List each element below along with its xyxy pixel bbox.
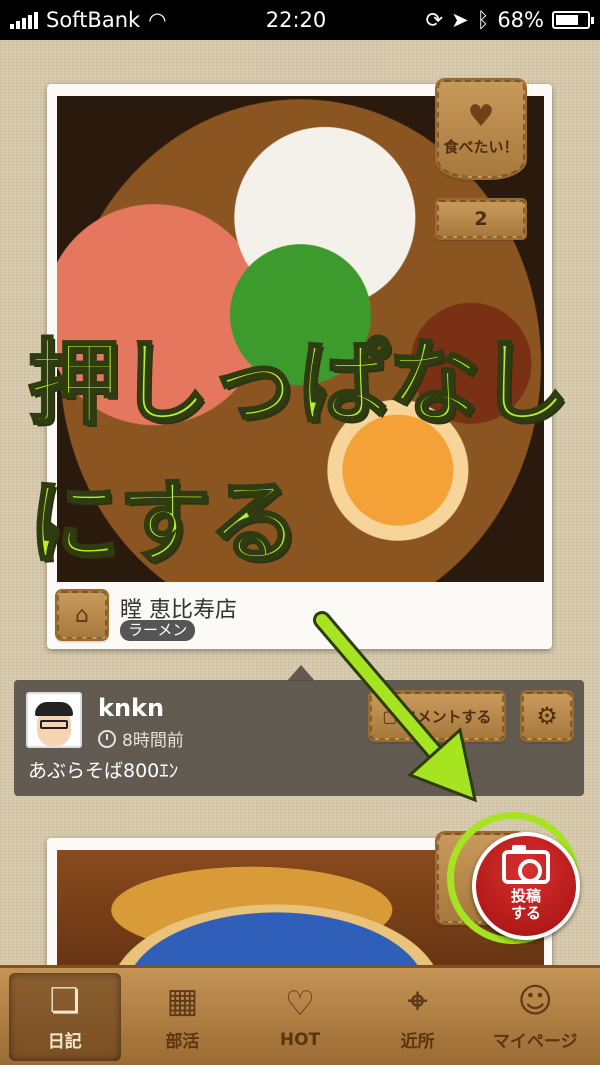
wifi-icon: ◠ — [148, 8, 167, 32]
avatar[interactable] — [26, 692, 82, 748]
hearts-icon: ♡ — [284, 983, 316, 1024]
tab-mypage-label: マイページ — [492, 1032, 578, 1052]
clock-time: 22:20 — [265, 8, 327, 32]
post-comment-text: あぶらそば800ｴﾝ — [28, 760, 179, 782]
want-to-eat-button[interactable]: ♥ 食べたい！ — [437, 80, 525, 178]
tab-hot[interactable]: ♡ HOT — [244, 973, 356, 1061]
gear-icon: ⚙ — [536, 702, 558, 730]
tab-nearby-label: 近所 — [400, 1032, 435, 1052]
tab-hot-label: HOT — [279, 1029, 321, 1050]
signal-icon — [10, 11, 38, 29]
tab-nearby[interactable]: ⌖ 近所 — [362, 973, 474, 1061]
tab-diary-label: 日記 — [47, 1032, 82, 1052]
post-button-line1: 投稿 — [510, 886, 541, 905]
map-pin-icon: ⌖ — [408, 981, 428, 1021]
face-icon: ☺ — [517, 981, 553, 1021]
annotation-arrow — [313, 611, 478, 803]
post-button-line2: する — [510, 904, 541, 922]
diary-book-icon: ❏ — [49, 981, 81, 1021]
tab-club[interactable]: ▦ 部活 — [126, 973, 238, 1061]
bluetooth-icon: ᛒ — [476, 8, 490, 32]
buildings-icon: ▦ — [166, 981, 199, 1021]
annotation-text-line1: 押しっぱなし — [27, 330, 572, 437]
tab-bar: ❏ 日記 ▦ 部活 ♡ HOT ⌖ 近所 ☺ マイページ — [0, 965, 600, 1065]
comment-panel: knkn 8時間前 あぶらそば800ｴﾝ ▢ コメントする ⚙ — [14, 680, 584, 796]
tab-club-label: 部活 — [165, 1032, 200, 1052]
battery-percent: 68% — [497, 8, 544, 32]
shop-home-button[interactable]: ⌂ — [57, 591, 107, 639]
camera-icon — [502, 844, 550, 884]
status-bar: SoftBank ◠ 22:20 ⟳ ➤ ᛒ 68% — [0, 0, 600, 40]
time-ago-label: 8時間前 — [122, 731, 184, 751]
home-icon: ⌂ — [75, 602, 89, 628]
battery-icon — [552, 11, 594, 29]
heart-icon: ♥ — [467, 98, 495, 134]
genre-badge: ラーメン — [120, 620, 196, 641]
clock-icon — [98, 729, 116, 748]
settings-button[interactable]: ⚙ — [522, 692, 572, 740]
post-time: 8時間前 — [98, 726, 184, 751]
want-to-eat-label: 食べたい！ — [443, 137, 519, 156]
annotation-text-line2: にする — [27, 470, 303, 577]
post-photo-button[interactable]: 投稿 する — [472, 832, 580, 940]
want-count-badge: 2 — [437, 200, 525, 238]
carrier-label: SoftBank — [46, 8, 141, 32]
post-button-label: 投稿 する — [510, 886, 541, 923]
tab-diary[interactable]: ❏ 日記 — [8, 972, 121, 1061]
location-icon: ➤ — [451, 8, 469, 32]
rotation-lock-icon: ⟳ — [425, 8, 444, 32]
username[interactable]: knkn — [98, 694, 164, 722]
tab-mypage[interactable]: ☺ マイページ — [479, 973, 591, 1061]
